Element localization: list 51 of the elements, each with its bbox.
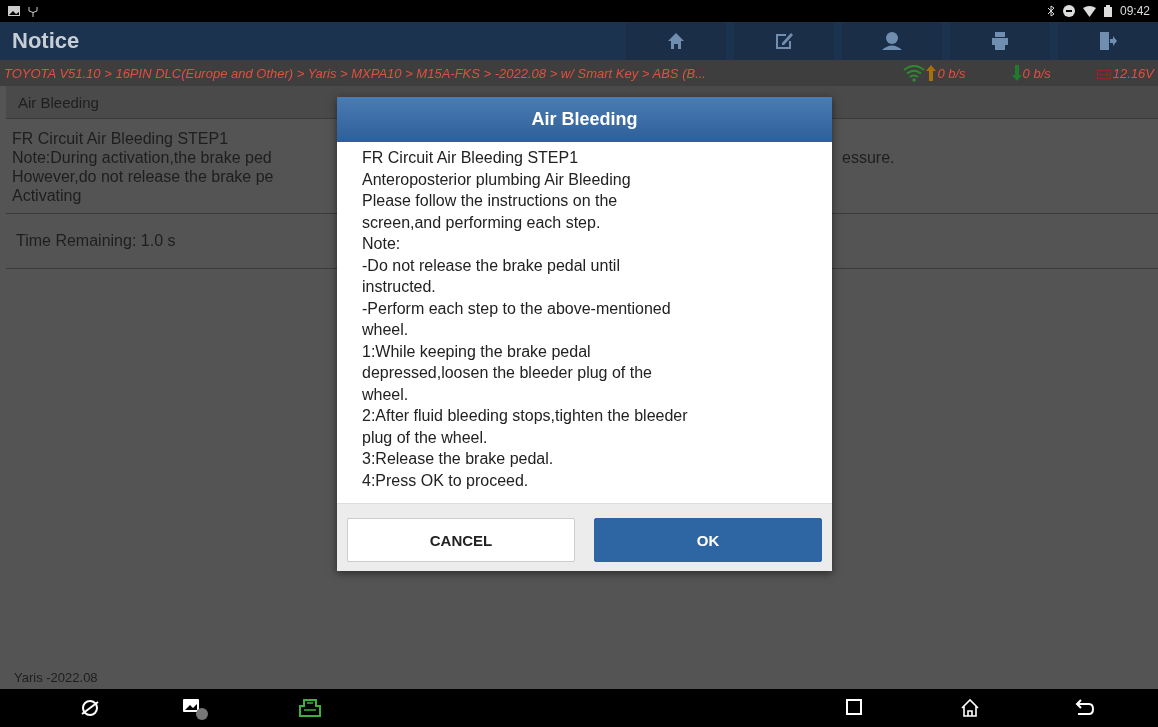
dialog-text: 4:Press OK to proceed.: [362, 470, 530, 491]
dialog-text: Please follow the instructions on the: [362, 191, 619, 211]
dialog-text: plug of the wheel.: [362, 427, 489, 448]
dialog-text: wheel.: [362, 320, 410, 340]
upload-rate: 0 b/s: [937, 65, 966, 81]
cancel-button[interactable]: CANCEL: [347, 518, 575, 562]
ok-button[interactable]: OK: [594, 518, 822, 562]
down-arrow-icon: [1011, 65, 1022, 81]
print-icon: [991, 31, 1009, 51]
dialog-text: screen,and performing each step.: [362, 212, 602, 233]
wifi-icon: [902, 64, 927, 82]
dialog-text: 2:After fluid bleeding stops,tighten the bleeder: [362, 406, 689, 426]
home-icon[interactable]: [960, 698, 980, 718]
gallery-icon[interactable]: [182, 698, 208, 720]
dialog-text: -Perform each step to the above-mentioned: [362, 298, 672, 319]
voltage-reading: 12.16V: [1112, 65, 1154, 81]
back-icon[interactable]: [1075, 698, 1095, 716]
dialog-text: depressed,loosen the bleeder plug of the: [362, 363, 653, 383]
breadcrumb-path: TOYOTA V51.10 > 16PIN DLC(Europe and Other) > Yaris > MXPA10 > M15A-FKS > -2022.08 > w/ Smart Key > ABS (B...: [4, 65, 707, 81]
page-title: Notice: [11, 28, 81, 54]
bluetooth-icon: [1046, 5, 1055, 17]
edit-button[interactable]: [734, 22, 834, 60]
download-rate: 0 b/s: [1022, 65, 1051, 81]
browser-icon[interactable]: [80, 698, 100, 718]
person-button[interactable]: [842, 22, 942, 60]
do-not-disturb-icon: [1062, 5, 1075, 17]
up-arrow-icon: [926, 65, 937, 81]
dialog-text: Note:: [362, 234, 402, 254]
dialog-text: 3:Release the brake pedal.: [362, 449, 555, 469]
clock-time: 09:42: [1119, 4, 1150, 18]
dialog-text: instructed.: [362, 277, 437, 297]
vci-icon[interactable]: [298, 698, 322, 718]
dialog-text: wheel.: [362, 384, 410, 405]
exit-button[interactable]: [1058, 22, 1158, 60]
recents-icon[interactable]: [845, 698, 863, 716]
person-icon: [881, 31, 903, 51]
dialog-text: FR Circuit Air Bleeding STEP1: [362, 148, 580, 168]
usb-icon: [28, 5, 38, 17]
print-button[interactable]: [950, 22, 1050, 60]
dialog-text: -Do not release the brake pedal until: [362, 255, 621, 276]
edit-icon: [774, 31, 794, 51]
dialog-text: 1:While keeping the brake pedal: [362, 341, 592, 362]
home-button[interactable]: [626, 22, 726, 60]
exit-icon: [1099, 31, 1117, 51]
image-icon: [8, 6, 20, 16]
wifi-icon: [1082, 5, 1096, 17]
battery-icon: [1096, 67, 1111, 79]
dialog-text: Anteroposterior plumbing Air Bleeding: [362, 169, 632, 190]
dialog-title: Air Bleeding: [337, 97, 832, 142]
battery-icon: [1103, 5, 1112, 17]
home-icon: [667, 32, 685, 50]
